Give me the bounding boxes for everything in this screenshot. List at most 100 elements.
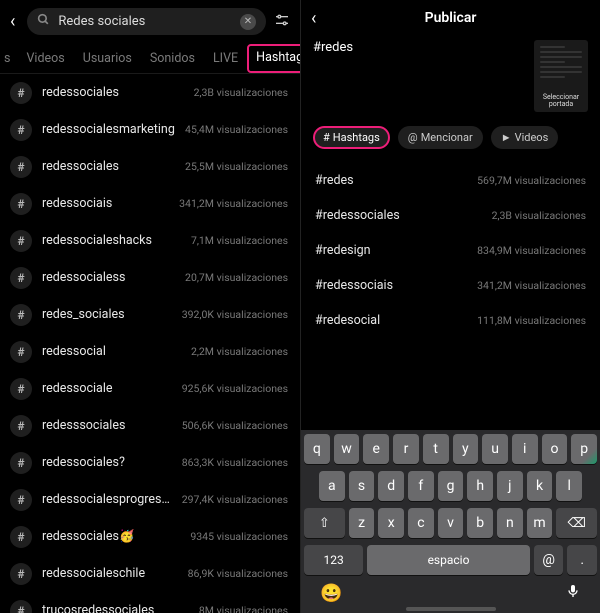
hashtag-result-row[interactable]: #redessocial2,2M visualizaciones (0, 333, 300, 370)
suggestion-row[interactable]: #redessociais341,2M visualizaciones (315, 268, 586, 303)
hashtag-count: 2,3B visualizaciones (194, 86, 288, 99)
hash-icon: # (10, 119, 32, 141)
key-a[interactable]: a (319, 471, 345, 501)
key-j[interactable]: j (497, 471, 523, 501)
hashtag-count: 7,1M visualizaciones (191, 234, 288, 247)
search-icon (37, 13, 50, 30)
hashtag-result-row[interactable]: #redessocialeshacks7,1M visualizaciones (0, 222, 300, 259)
hashtag-result-row[interactable]: #redessocialesmarketing45,4M visualizaci… (0, 111, 300, 148)
key-x[interactable]: x (378, 508, 404, 538)
hashtag-result-row[interactable]: #redessocialesprogresistas297,4K visuali… (0, 481, 300, 518)
key-g[interactable]: g (438, 471, 464, 501)
suggestion-tag: #redessociales (315, 208, 400, 223)
suggestion-row[interactable]: #redes569,7M visualizaciones (315, 163, 586, 198)
key-e[interactable]: e (363, 434, 389, 464)
suggestion-count: 341,2M visualizaciones (477, 279, 586, 292)
key-q[interactable]: q (304, 434, 330, 464)
hashtag-suggestions: #redes569,7M visualizaciones#redessocial… (301, 157, 600, 344)
publish-panel: ‹ Publicar #redes Seleccionar portada # … (300, 0, 600, 613)
key-c[interactable]: c (408, 508, 434, 538)
tab-live[interactable]: LIVE (204, 45, 247, 73)
hashtag-result-row[interactable]: #redessocialess20,7M visualizaciones (0, 259, 300, 296)
hashtag-result-row[interactable]: #redessociales25,5M visualizaciones (0, 148, 300, 185)
tab-item[interactable]: s (2, 45, 17, 73)
suggestion-row[interactable]: #redessociales2,3B visualizaciones (315, 198, 586, 233)
backspace-key[interactable]: ⌫ (556, 508, 597, 538)
key-i[interactable]: i (512, 434, 538, 464)
tab-videos[interactable]: Videos (17, 45, 73, 73)
key-m[interactable]: m (527, 508, 553, 538)
key-o[interactable]: o (542, 434, 568, 464)
search-tabs: s Videos Usuarios Sonidos LIVE Hashtags (0, 43, 300, 74)
hashtag-result-row[interactable]: #redes_sociales392,0K visualizaciones (0, 296, 300, 333)
hashtag-count: 86,9K visualizaciones (188, 567, 288, 580)
at-key[interactable]: @ (534, 545, 564, 575)
chip-videos[interactable]: ► Videos (491, 126, 559, 149)
mic-key[interactable] (565, 582, 581, 604)
tab-hashtags[interactable]: Hashtags (247, 44, 300, 73)
hash-icon: # (10, 230, 32, 252)
key-n[interactable]: n (497, 508, 523, 538)
key-d[interactable]: d (378, 471, 404, 501)
back-icon[interactable]: ‹ (6, 11, 19, 32)
hashtag-name: redessociais (42, 196, 169, 211)
suggestion-tag: #redesign (315, 243, 371, 258)
hashtag-result-row[interactable]: #redessociales🥳9345 visualizaciones (0, 518, 300, 555)
filter-icon[interactable] (274, 12, 290, 32)
key-v[interactable]: v (438, 508, 464, 538)
caption-input[interactable]: #redes (313, 40, 526, 112)
hashtag-result-row[interactable]: #redessociais341,2M visualizaciones (0, 185, 300, 222)
back-icon[interactable]: ‹ (311, 8, 316, 29)
hashtag-name: redessociales (42, 85, 184, 100)
key-r[interactable]: r (393, 434, 419, 464)
hashtag-result-row[interactable]: #redessociales?863,3K visualizaciones (0, 444, 300, 481)
hashtag-result-row[interactable]: #redessociales2,3B visualizaciones (0, 74, 300, 111)
key-y[interactable]: y (453, 434, 479, 464)
search-input[interactable] (58, 14, 232, 29)
hashtag-name: trucosredessociales (42, 603, 187, 613)
hashtag-count: 2,2M visualizaciones (191, 345, 288, 358)
hashtag-count: 45,4M visualizaciones (185, 123, 288, 136)
suggestion-row[interactable]: #redesocial111,8M visualizaciones (315, 303, 586, 338)
chip-hashtags[interactable]: # Hashtags (313, 126, 390, 149)
hashtag-result-row[interactable]: #redessocialeschile86,9K visualizaciones (0, 555, 300, 592)
hash-icon: # (10, 156, 32, 178)
suggestion-count: 569,7M visualizaciones (477, 174, 586, 187)
suggestion-tag: #redesocial (315, 313, 380, 328)
hashtag-name: redessociale (42, 381, 172, 396)
dot-key[interactable]: . (567, 545, 597, 575)
key-p[interactable]: p (571, 434, 597, 464)
key-s[interactable]: s (349, 471, 375, 501)
key-k[interactable]: k (527, 471, 553, 501)
select-cover-button[interactable]: Seleccionar portada (534, 40, 588, 112)
key-f[interactable]: f (408, 471, 434, 501)
key-z[interactable]: z (349, 508, 375, 538)
page-title: Publicar (425, 10, 477, 26)
compose-chips: # Hashtags @ Mencionar ► Videos (301, 116, 600, 157)
chip-mencionar[interactable]: @ Mencionar (398, 126, 483, 149)
hashtag-name: redessocialess (42, 270, 175, 285)
hashtag-count: 925,6K visualizaciones (182, 382, 288, 395)
hashtag-result-row[interactable]: #redesssociales506,6K visualizaciones (0, 407, 300, 444)
suggestion-row[interactable]: #redesign 834,9M visualizaciones (315, 233, 586, 268)
hashtag-result-row[interactable]: #redessociale925,6K visualizaciones (0, 370, 300, 407)
search-box[interactable]: ✕ (27, 8, 266, 35)
key-b[interactable]: b (467, 508, 493, 538)
suggestion-count: 834,9M visualizaciones (477, 244, 586, 257)
space-key[interactable]: espacio (367, 545, 530, 575)
key-w[interactable]: w (334, 434, 360, 464)
clear-icon[interactable]: ✕ (240, 14, 256, 30)
tab-sonidos[interactable]: Sonidos (141, 45, 204, 73)
hashtag-count: 9345 visualizaciones (190, 530, 288, 543)
key-l[interactable]: l (556, 471, 582, 501)
cover-label: Seleccionar portada (536, 94, 586, 109)
shift-key[interactable]: ⇧ (304, 508, 345, 538)
numbers-key[interactable]: 123 (304, 545, 363, 575)
key-h[interactable]: h (467, 471, 493, 501)
hashtag-result-row[interactable]: #trucosredessociales,8M visualizaciones (0, 592, 300, 613)
key-t[interactable]: t (423, 434, 449, 464)
emoji-key[interactable]: 😀 (320, 583, 342, 604)
key-u[interactable]: u (482, 434, 508, 464)
tab-usuarios[interactable]: Usuarios (74, 45, 141, 73)
home-indicator (406, 607, 496, 611)
